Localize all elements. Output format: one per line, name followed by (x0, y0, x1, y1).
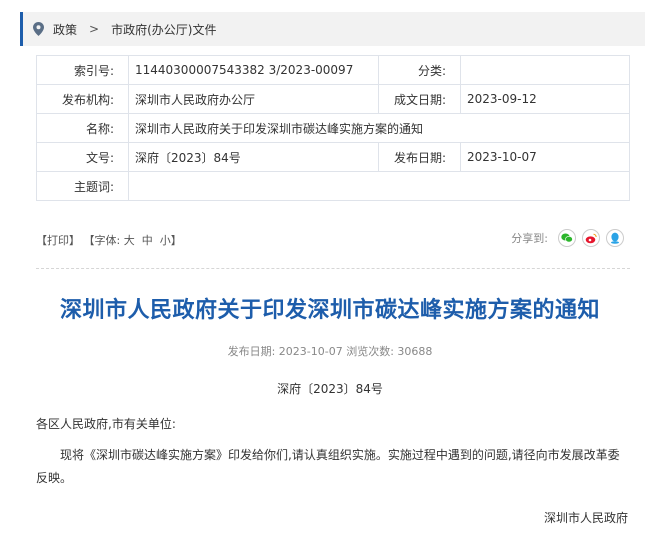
breadcrumb: 政策 > 市政府(办公厅)文件 (20, 12, 645, 46)
article-title: 深圳市人民政府关于印发深圳市碳达峰实施方案的通知 (59, 298, 600, 323)
table-row: 文号: 深府〔2023〕84号 发布日期: 2023-10-07 (36, 142, 630, 172)
breadcrumb-item-policy[interactable]: 政策 (53, 21, 77, 38)
created-date-value: 2023-09-12 (460, 84, 630, 114)
category-value (460, 55, 630, 85)
wechat-share-button[interactable] (558, 229, 576, 247)
name-label: 名称: (36, 113, 129, 143)
table-row: 索引号: 11440300007543382 3/2023-00097 分类: (36, 55, 630, 85)
weibo-share-button[interactable] (582, 229, 600, 247)
table-row: 名称: 深圳市人民政府关于印发深圳市碳达峰实施方案的通知 (36, 113, 630, 143)
article-tools: 【打印】 【字体: 大 中 小】 (36, 232, 182, 248)
article-doc-number: 深府〔2023〕84号 (277, 382, 383, 396)
print-button[interactable]: 【打印】 (36, 234, 80, 247)
article-addressee: 各区人民政府,市有关单位: (36, 417, 176, 431)
location-pin-icon (33, 22, 44, 36)
publisher-value: 深圳市人民政府办公厅 (128, 84, 379, 114)
table-row: 发布机构: 深圳市人民政府办公厅 成文日期: 2023-09-12 (36, 84, 630, 114)
table-row: 主题词: (36, 171, 630, 201)
qq-share-button[interactable] (606, 229, 624, 247)
font-large-button[interactable]: 大 (124, 234, 135, 247)
font-size-suffix: 】 (170, 234, 182, 247)
index-label: 索引号: (36, 55, 129, 85)
weibo-icon (585, 233, 597, 243)
article-body: 现将《深圳市碳达峰实施方案》印发给你们,请认真组织实施。实施过程中遇到的问题,请… (36, 448, 620, 485)
qq-icon (611, 232, 619, 244)
topic-label: 主题词: (36, 171, 129, 201)
wechat-icon (561, 233, 573, 243)
category-label: 分类: (378, 55, 461, 85)
doc-number-label: 文号: (36, 142, 129, 172)
font-size-prefix: 【字体: (83, 234, 121, 247)
published-date-label: 发布日期: (378, 142, 461, 172)
share-label: 分享到: (511, 232, 548, 245)
font-small-button[interactable]: 小 (160, 234, 171, 247)
share-bar: 分享到: (511, 229, 624, 247)
name-value: 深圳市人民政府关于印发深圳市碳达峰实施方案的通知 (128, 113, 630, 143)
article-signature: 深圳市人民政府 (543, 511, 628, 525)
font-medium-button[interactable]: 中 (142, 234, 153, 247)
created-date-label: 成文日期: (378, 84, 461, 114)
chevron-right-icon: > (89, 22, 100, 36)
index-value: 11440300007543382 3/2023-00097 (128, 55, 379, 85)
article-publish-info: 发布日期: 2023-10-07 浏览次数: 30688 (227, 345, 433, 358)
breadcrumb-item-gov-docs[interactable]: 市政府(办公厅)文件 (111, 21, 216, 38)
topic-value (128, 171, 630, 201)
document-meta-table: 索引号: 11440300007543382 3/2023-00097 分类: … (36, 55, 630, 201)
doc-number-value: 深府〔2023〕84号 (128, 142, 379, 172)
publisher-label: 发布机构: (36, 84, 129, 114)
divider (36, 268, 630, 269)
published-date-value: 2023-10-07 (460, 142, 630, 172)
